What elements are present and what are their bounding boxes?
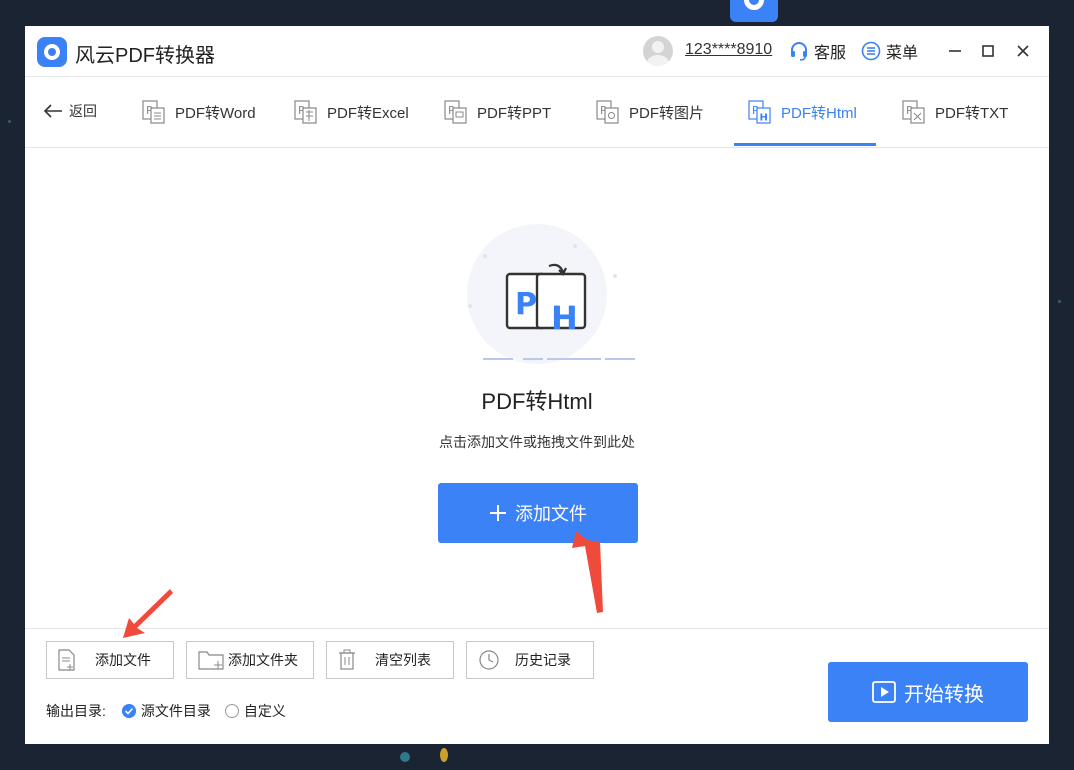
start-convert-label: 开始转换: [904, 683, 984, 706]
conversion-nav: 返回 P PDF转Word P PDF转Excel P PDF转PPT P PD…: [25, 77, 1049, 148]
headset-icon: [791, 42, 807, 61]
plus-icon: [490, 505, 506, 521]
add-file-tool-label: 添加文件: [95, 652, 151, 668]
pdf-image-icon: P: [596, 100, 619, 124]
pdf-html-icon: P H: [748, 100, 771, 124]
menu-label: 菜单: [886, 45, 919, 62]
close-icon: [1017, 45, 1029, 57]
pdf-txt-icon: P: [902, 100, 925, 124]
menu-icon: [861, 41, 881, 61]
radio-custom-dir[interactable]: 自定义: [224, 701, 286, 721]
clear-list-button[interactable]: 清空列表: [326, 641, 454, 679]
history-label: 历史记录: [515, 652, 571, 668]
tab-pdf-to-word[interactable]: P PDF转Word: [141, 77, 256, 147]
tab-label: PDF转图片: [629, 104, 705, 122]
pdf-to-html-illustration-icon: P H: [467, 224, 635, 364]
drop-hint: 点击添加文件或拖拽文件到此处: [439, 434, 635, 450]
back-button[interactable]: 返回: [43, 101, 97, 121]
tab-pdf-to-txt[interactable]: P PDF转TXT: [901, 77, 1008, 147]
add-folder-label: 添加文件夹: [228, 652, 298, 668]
svg-text:H: H: [551, 299, 578, 337]
avatar[interactable]: [643, 36, 673, 66]
back-label: 返回: [69, 103, 97, 119]
tab-pdf-to-html[interactable]: P H PDF转Html: [747, 77, 857, 147]
tab-label: PDF转PPT: [477, 104, 552, 122]
user-account-link[interactable]: 123****8910: [685, 41, 772, 59]
radio-custom-dir-label: 自定义: [243, 703, 286, 719]
tab-pdf-to-excel[interactable]: P PDF转Excel: [293, 77, 409, 147]
radio-unchecked-icon: [224, 704, 239, 718]
clear-list-label: 清空列表: [375, 652, 431, 668]
tab-pdf-to-ppt[interactable]: P PDF转PPT: [443, 77, 551, 147]
add-folder-button[interactable]: 添加文件夹: [186, 641, 314, 679]
add-file-button[interactable]: 添加文件: [438, 483, 638, 543]
pdf-ppt-icon: P: [444, 100, 467, 124]
close-button[interactable]: [1012, 40, 1034, 62]
tab-label: PDF转Excel: [327, 104, 409, 122]
play-icon: [872, 681, 896, 703]
active-tab-indicator: [734, 143, 876, 146]
customer-service-button[interactable]: 客服: [789, 40, 846, 62]
svg-text:P: P: [515, 287, 537, 322]
tab-label: PDF转Word: [175, 104, 256, 122]
app-logo-icon: [37, 37, 67, 67]
output-label: 输出目录:: [46, 703, 106, 719]
history-button[interactable]: 历史记录: [466, 641, 594, 679]
arrow-left-icon: [43, 104, 62, 118]
maximize-button[interactable]: [977, 40, 999, 62]
pdf-word-icon: P: [142, 100, 165, 124]
add-file-label: 添加文件: [515, 504, 587, 524]
radio-source-dir[interactable]: 源文件目录: [121, 701, 211, 721]
bottom-toolbar: 添加文件 添加文件夹 清空列表 历史记录 输出目录: 源文件目录 自定义 开始转…: [25, 628, 1049, 745]
app-title: 风云PDF转换器: [75, 45, 215, 67]
app-window: 风云PDF转换器 123****8910 客服 菜单 返回 P PDF转Word…: [25, 26, 1049, 744]
svg-text:H: H: [760, 113, 768, 124]
desktop-app-icon[interactable]: [730, 0, 778, 22]
pdf-excel-icon: P: [294, 100, 317, 124]
add-file-tool-button[interactable]: 添加文件: [46, 641, 174, 679]
tab-label: PDF转Html: [781, 104, 857, 122]
page-title: PDF转Html: [481, 389, 593, 414]
start-convert-button[interactable]: 开始转换: [828, 662, 1028, 722]
minimize-icon: [949, 50, 961, 52]
radio-source-dir-label: 源文件目录: [140, 703, 211, 719]
title-bar: 风云PDF转换器 123****8910 客服 菜单: [25, 26, 1049, 77]
customer-service-label: 客服: [814, 45, 847, 62]
minimize-button[interactable]: [944, 40, 966, 62]
tab-label: PDF转TXT: [935, 104, 1009, 122]
menu-button[interactable]: 菜单: [861, 40, 918, 62]
tab-pdf-to-image[interactable]: P PDF转图片: [595, 77, 704, 147]
output-directory-row: 输出目录: 源文件目录 自定义: [46, 701, 286, 721]
maximize-icon: [982, 45, 994, 57]
radio-checked-icon: [121, 704, 136, 718]
